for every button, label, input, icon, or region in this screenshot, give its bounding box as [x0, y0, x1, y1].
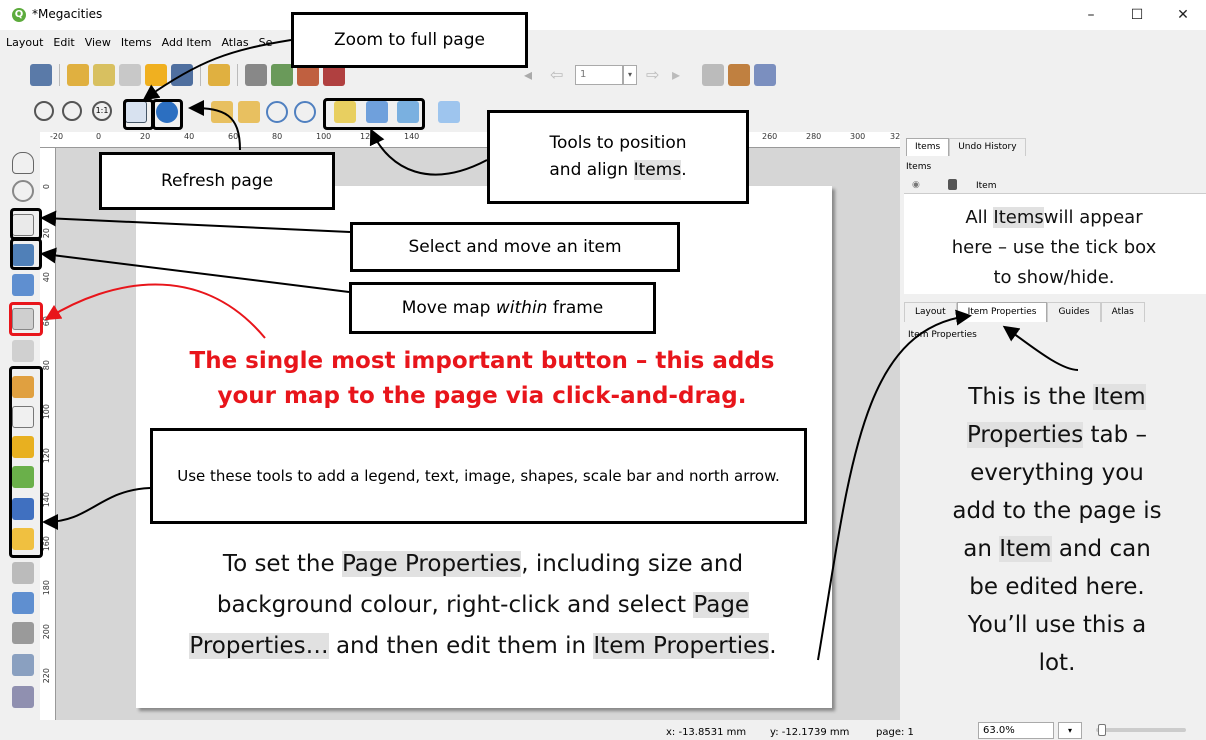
- arrow-select: [40, 210, 351, 233]
- arrow-zoom-full: [142, 39, 292, 101]
- arrow-add-tools: [42, 487, 151, 530]
- arrow-align: [369, 128, 488, 176]
- arrow-refresh: [188, 100, 241, 151]
- arrow-move-map: [40, 247, 350, 293]
- annotation-arrows: [40, 39, 1079, 661]
- arrow-add-map: [44, 283, 266, 339]
- arrow-ip-note: [1002, 325, 1079, 371]
- arrow-item-props-tab: [817, 309, 972, 661]
